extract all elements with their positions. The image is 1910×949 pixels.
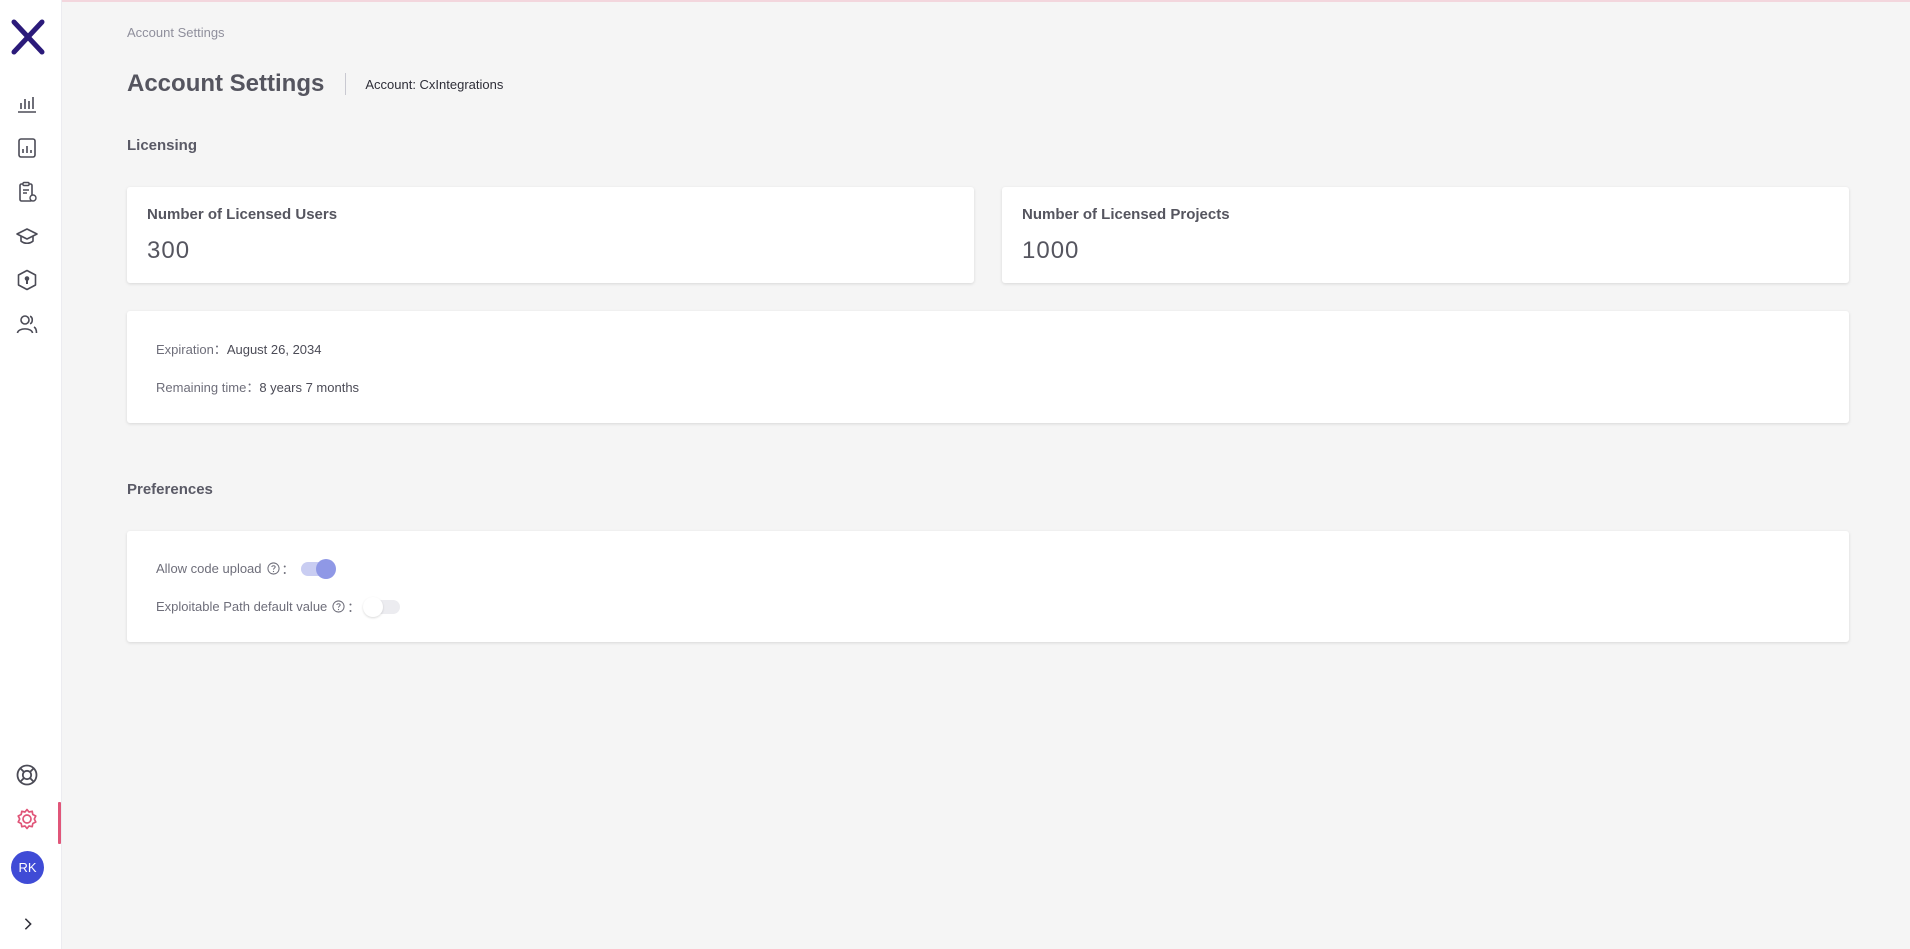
shield-icon xyxy=(17,269,37,291)
exploitable-path-toggle[interactable] xyxy=(363,596,401,617)
gear-icon xyxy=(17,808,37,830)
account-label: Account: CxIntegrations xyxy=(365,76,504,92)
colon: ： xyxy=(281,562,295,577)
page-header: Account Settings Account: CxIntegrations xyxy=(127,70,503,98)
exploitable-path-row: Exploitable Path default value ： xyxy=(156,596,401,617)
nav-users[interactable] xyxy=(13,310,41,338)
active-nav-indicator xyxy=(58,802,61,844)
sidebar: RK xyxy=(0,0,62,949)
nav-learning[interactable] xyxy=(13,222,41,250)
toggle-knob xyxy=(315,558,336,579)
clipboard-icon xyxy=(19,181,37,202)
nav-help[interactable] xyxy=(13,761,41,789)
license-details-card: Expiration：August 26, 2034 Remaining tim… xyxy=(127,311,1849,423)
expiration-value: August 26, 2034 xyxy=(226,342,322,357)
licensed-users-value: 300 xyxy=(147,237,191,264)
graduation-cap-icon xyxy=(16,228,38,245)
help-icon[interactable] xyxy=(332,600,345,613)
logo-icon[interactable] xyxy=(8,17,48,57)
expand-sidebar-button[interactable] xyxy=(18,914,38,934)
colon: ： xyxy=(347,600,361,615)
nav-settings[interactable] xyxy=(13,805,41,833)
licensed-projects-value: 1000 xyxy=(1022,237,1080,264)
nav-security[interactable] xyxy=(13,266,41,294)
allow-code-upload-row: Allow code upload ： xyxy=(156,558,336,579)
allow-code-upload-label: Allow code upload xyxy=(156,561,262,576)
remaining-time-label: Remaining time： xyxy=(156,380,260,395)
breadcrumb[interactable]: Account Settings xyxy=(127,25,225,40)
preferences-card: Allow code upload ： Exploitable Path def… xyxy=(127,531,1849,642)
report-icon xyxy=(18,138,36,158)
licensed-users-label: Number of Licensed Users xyxy=(147,206,338,223)
bar-chart-icon xyxy=(18,97,36,113)
page-title: Account Settings xyxy=(127,70,325,97)
exploitable-path-label: Exploitable Path default value xyxy=(156,599,328,614)
expiration-row: Expiration：August 26, 2034 xyxy=(156,339,322,358)
licensed-projects-card: Number of Licensed Projects 1000 xyxy=(1002,187,1849,283)
licensed-users-card: Number of Licensed Users 300 xyxy=(127,187,974,283)
top-accent-line xyxy=(0,0,1910,4)
help-icon[interactable] xyxy=(266,562,280,575)
expiration-label: Expiration： xyxy=(156,342,227,357)
avatar-initials: RK xyxy=(18,860,37,875)
remaining-time-value: 8 years 7 months xyxy=(259,380,360,395)
nav-policies[interactable] xyxy=(13,178,41,206)
title-divider xyxy=(345,73,347,95)
licensing-section-title: Licensing xyxy=(127,137,198,154)
avatar[interactable]: RK xyxy=(11,851,44,884)
lifebuoy-icon xyxy=(16,764,38,786)
preferences-section-title: Preferences xyxy=(127,481,213,498)
allow-code-upload-toggle[interactable] xyxy=(300,558,336,579)
licensed-projects-label: Number of Licensed Projects xyxy=(1022,206,1230,223)
nav-dashboard[interactable] xyxy=(13,90,41,118)
chevron-right-icon xyxy=(24,918,32,930)
users-icon xyxy=(16,315,38,334)
remaining-time-row: Remaining time：8 years 7 months xyxy=(156,377,359,396)
toggle-knob xyxy=(363,596,384,617)
nav-reports[interactable] xyxy=(13,134,41,162)
